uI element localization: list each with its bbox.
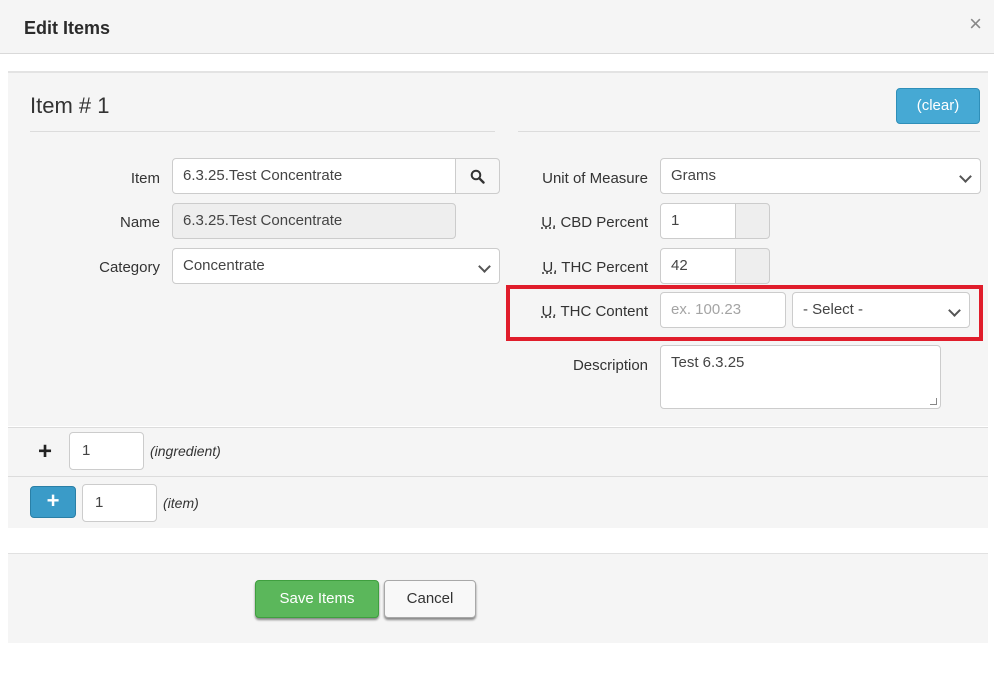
unit-abbr: U.: [542, 259, 558, 276]
resize-handle-icon[interactable]: [930, 398, 937, 405]
thc-percent-input[interactable]: 42: [660, 248, 736, 284]
category-label: Category: [99, 259, 160, 276]
thc-percent-text: THC Percent: [561, 259, 648, 276]
description-label: Description: [572, 357, 648, 374]
add-item-button[interactable]: +: [30, 486, 76, 518]
highlight-box: [506, 285, 983, 341]
left-divider: [30, 131, 495, 132]
uom-select[interactable]: Grams: [660, 158, 981, 194]
save-items-button[interactable]: Save Items: [255, 580, 379, 618]
item-label: Item: [130, 170, 160, 187]
category-select-value: Concentrate: [183, 257, 265, 274]
thc-percent-label: U. THC Percent: [542, 259, 648, 276]
close-icon[interactable]: ×: [969, 13, 982, 35]
description-text: Test 6.3.25: [671, 354, 745, 371]
cancel-button[interactable]: Cancel: [384, 580, 476, 618]
thc-percent-addon: [735, 248, 770, 284]
unit-abbr: U.: [541, 214, 557, 231]
clear-button[interactable]: (clear): [896, 88, 980, 124]
item-hint: (item): [163, 495, 199, 511]
ingredient-hint: (ingredient): [150, 443, 221, 459]
add-ingredient-button[interactable]: +: [38, 440, 52, 464]
chevron-down-icon: [959, 170, 972, 183]
uom-label: Unit of Measure: [542, 170, 648, 187]
modal-title: Edit Items: [24, 18, 111, 38]
item-input[interactable]: 6.3.25.Test Concentrate: [172, 158, 456, 194]
ingredient-count-input[interactable]: 1: [69, 432, 144, 470]
cbd-percent-label: U. CBD Percent: [541, 214, 648, 231]
search-icon: [470, 169, 485, 184]
cbd-percent-addon: [735, 203, 770, 239]
modal-header: Edit Items ×: [0, 0, 994, 54]
item-search-button[interactable]: [455, 158, 500, 194]
item-count-input[interactable]: 1: [82, 484, 157, 522]
cbd-percent-text: CBD Percent: [560, 214, 648, 231]
name-label: Name: [119, 214, 160, 231]
category-select[interactable]: Concentrate: [172, 248, 500, 284]
right-divider: [518, 131, 980, 132]
modal-footer: [8, 553, 988, 643]
uom-select-value: Grams: [671, 167, 716, 184]
chevron-down-icon: [478, 260, 491, 273]
item-heading: Item # 1: [30, 93, 110, 118]
cbd-percent-input[interactable]: 1: [660, 203, 736, 239]
name-field: 6.3.25.Test Concentrate: [172, 203, 456, 239]
description-textarea[interactable]: Test 6.3.25: [660, 345, 941, 409]
